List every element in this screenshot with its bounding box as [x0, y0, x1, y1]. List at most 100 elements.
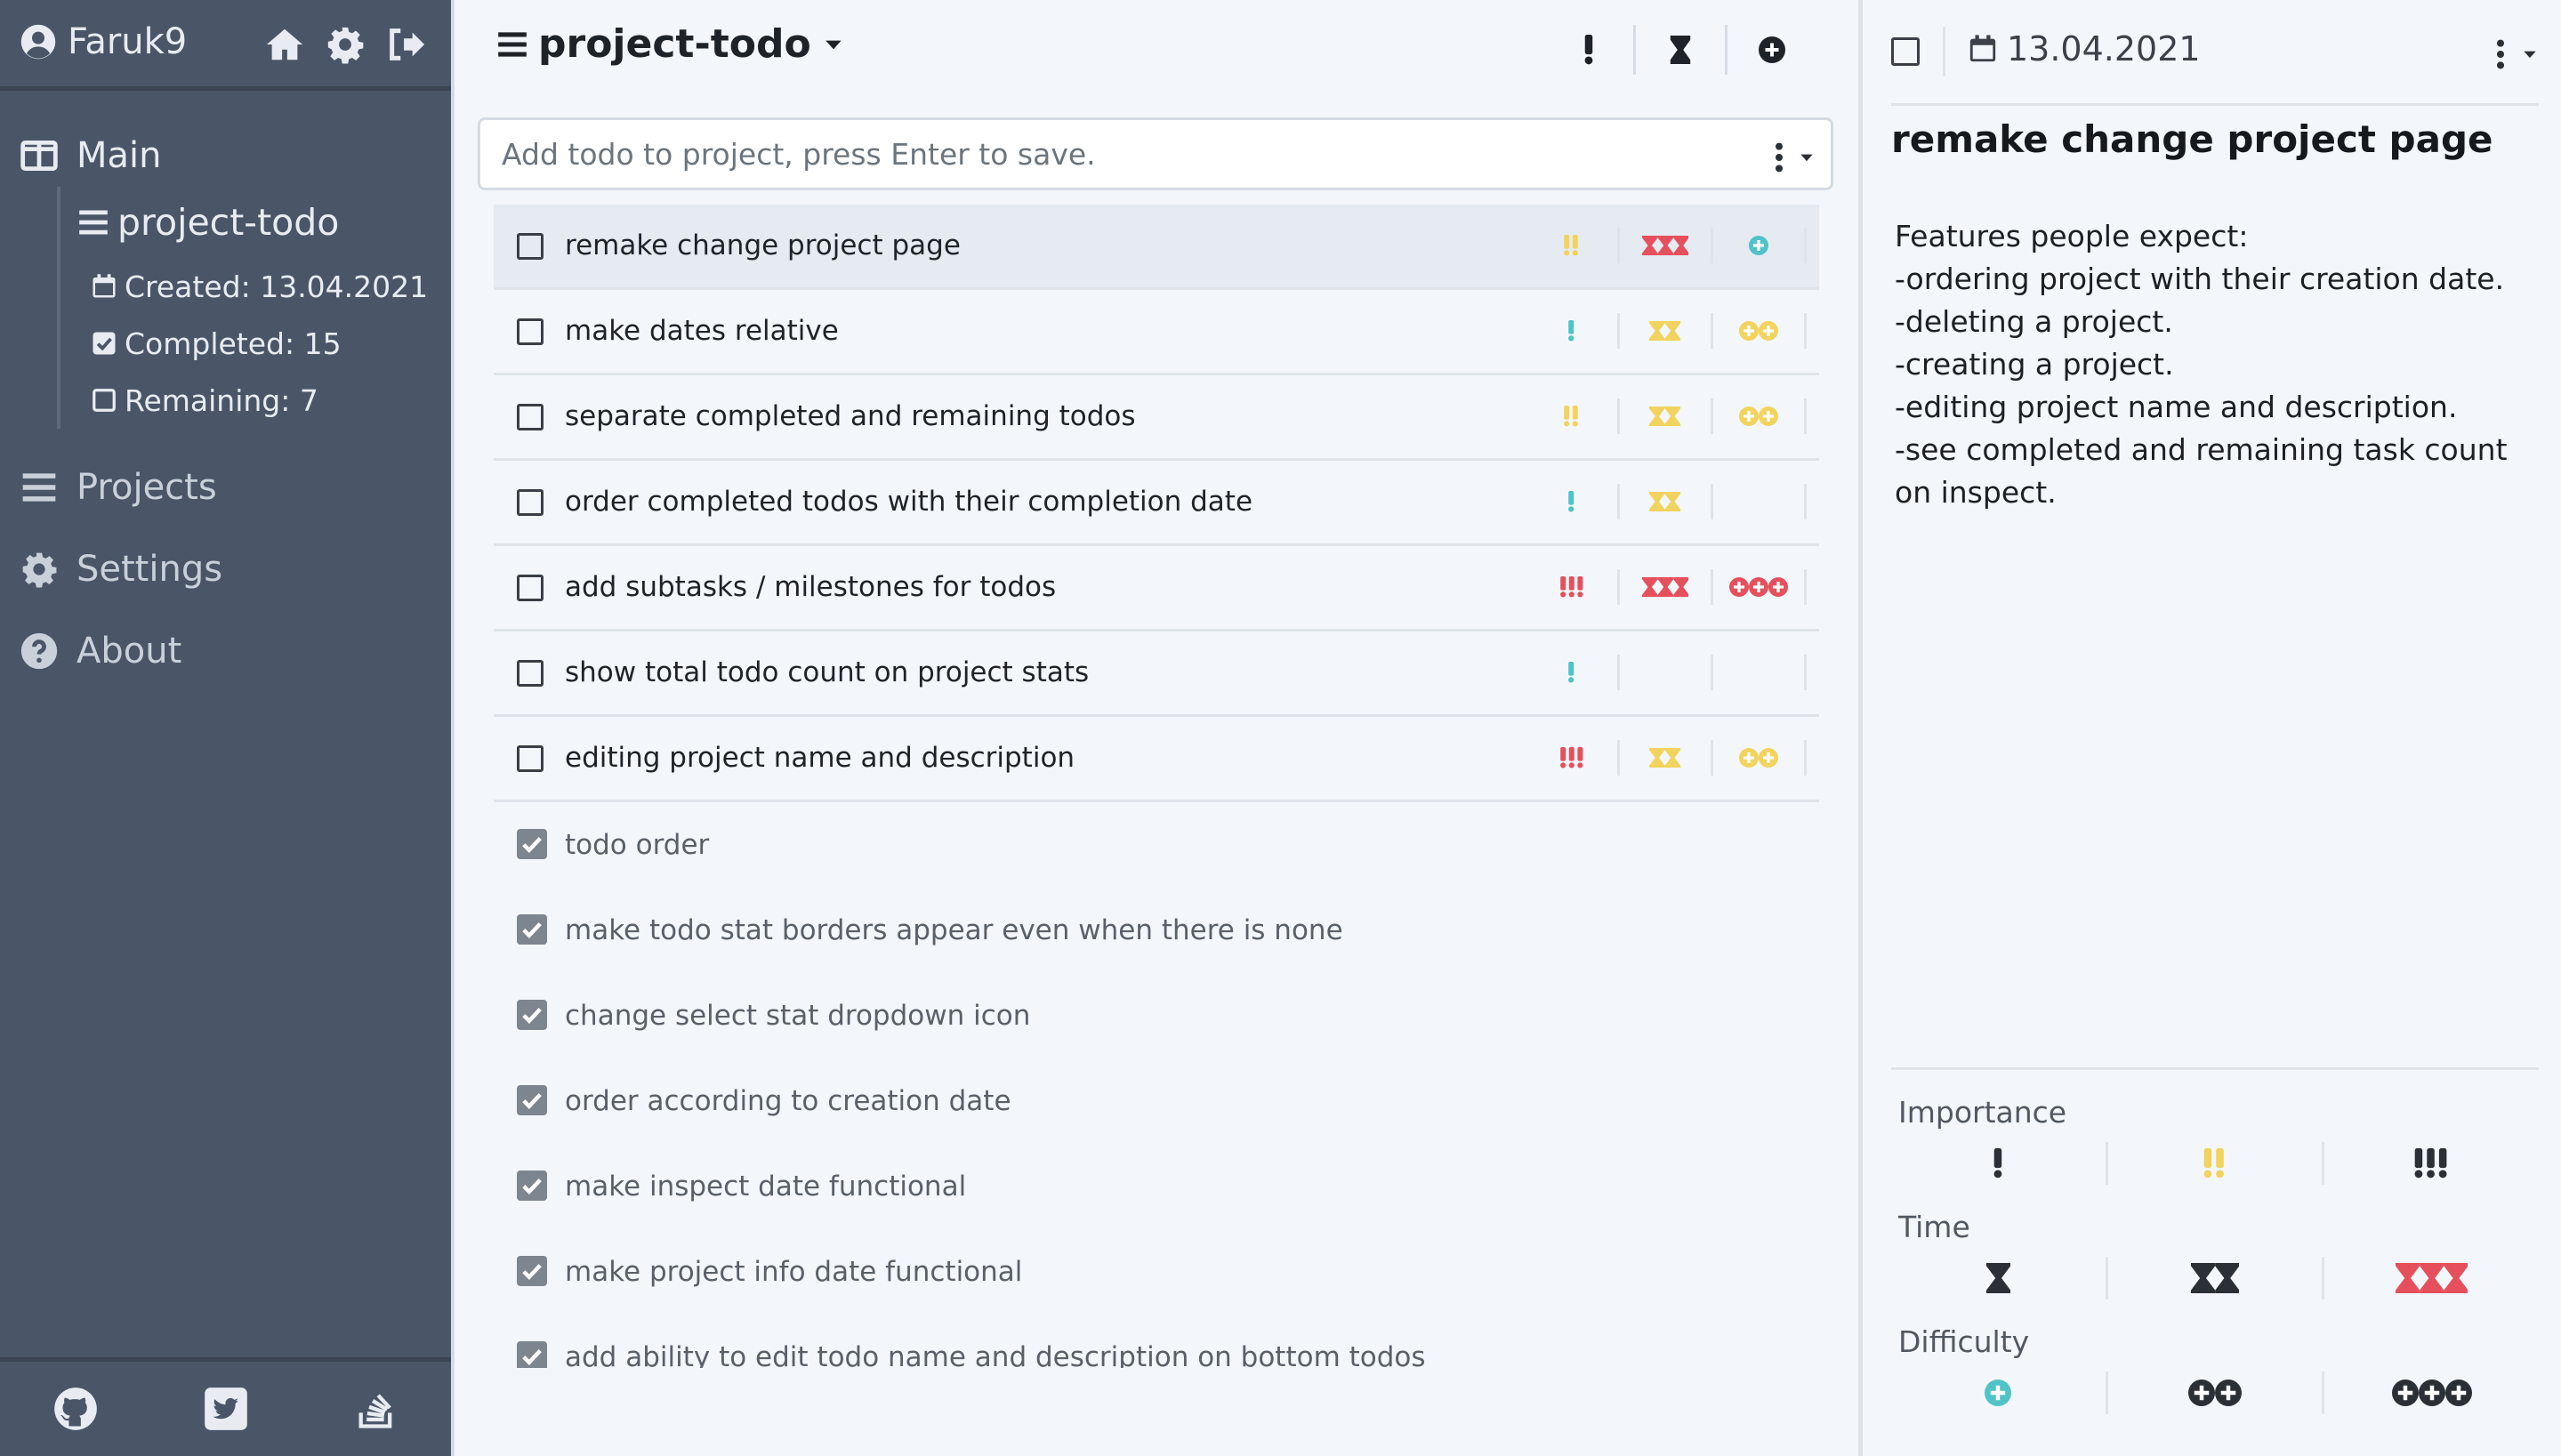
- todo-checkbox[interactable]: [517, 575, 544, 601]
- completed-todo-row[interactable]: make inspect date functional: [494, 1144, 1819, 1229]
- difficulty-stat[interactable]: [1713, 655, 1807, 690]
- difficulty-option-3[interactable]: [2324, 1372, 2539, 1414]
- completed-todo-row[interactable]: todo order: [494, 802, 1819, 888]
- input-options-menu[interactable]: [1775, 142, 1816, 173]
- difficulty-stat[interactable]: [1713, 398, 1807, 434]
- sidebar-item-settings[interactable]: Settings: [0, 528, 451, 610]
- github-icon[interactable]: [52, 1386, 99, 1432]
- time-option-1[interactable]: [1891, 1257, 2108, 1299]
- completed-todo-row[interactable]: add ability to edit todo name and descri…: [494, 1315, 1819, 1368]
- difficulty-stat[interactable]: [1713, 569, 1807, 605]
- user-circle-icon: [20, 24, 56, 60]
- main-panel: project-todo remake change project page m…: [455, 0, 1858, 1456]
- sort-importance-button[interactable]: [1544, 25, 1636, 75]
- twitter-icon[interactable]: [203, 1386, 249, 1432]
- todo-checkbox-checked[interactable]: [517, 914, 547, 945]
- project-created: Created: 13.04.2021: [77, 258, 451, 315]
- todo-checkbox-checked[interactable]: [517, 1256, 547, 1286]
- completed-todo-row[interactable]: make project info date functional: [494, 1229, 1819, 1315]
- todo-row[interactable]: make dates relative: [494, 290, 1819, 375]
- time-stat[interactable]: [1620, 484, 1713, 519]
- gear-icon[interactable]: [325, 24, 366, 65]
- home-icon[interactable]: [264, 24, 305, 65]
- time-stat[interactable]: [1620, 313, 1713, 349]
- sidebar-footer: [0, 1357, 451, 1456]
- sidebar-item-main[interactable]: Main: [0, 125, 451, 187]
- importance-option-3[interactable]: [2324, 1142, 2539, 1185]
- difficulty-stat[interactable]: [1713, 313, 1807, 349]
- difficulty-stat[interactable]: [1713, 484, 1807, 519]
- todo-row[interactable]: order completed todos with their complet…: [494, 461, 1819, 546]
- importance-stat[interactable]: [1526, 228, 1620, 263]
- caret-down-icon: [825, 40, 842, 49]
- sidebar-item-project[interactable]: project-todo: [77, 187, 451, 258]
- todo-checkbox[interactable]: [517, 660, 544, 687]
- todo-row[interactable]: add subtasks / milestones for todos: [494, 546, 1819, 631]
- remaining-todos: remake change project page make dates rel…: [494, 205, 1819, 802]
- sort-time-button[interactable]: [1636, 25, 1727, 75]
- todo-checkbox[interactable]: [517, 489, 544, 516]
- completed-todo-row[interactable]: make todo stat borders appear even when …: [494, 888, 1819, 973]
- detail-date[interactable]: 13.04.2021: [1968, 29, 2201, 68]
- time-stat[interactable]: [1620, 398, 1713, 434]
- sign-out-icon[interactable]: [385, 24, 426, 65]
- detail-description[interactable]: Features people expect: -ordering projec…: [1895, 215, 2517, 514]
- todo-text: make todo stat borders appear even when …: [565, 914, 1343, 946]
- todo-row[interactable]: separate completed and remaining todos: [494, 375, 1819, 461]
- difficulty-stat[interactable]: [1713, 228, 1807, 263]
- time-stat[interactable]: [1620, 228, 1713, 263]
- difficulty-option-1[interactable]: [1891, 1372, 2108, 1414]
- todo-list: remake change project page make dates rel…: [494, 205, 1819, 1368]
- importance-stat[interactable]: [1526, 740, 1620, 776]
- importance-option-2[interactable]: [2108, 1142, 2325, 1185]
- todo-checkbox[interactable]: [517, 233, 544, 260]
- time-option-2[interactable]: [2108, 1257, 2325, 1299]
- detail-date-text: 13.04.2021: [2007, 29, 2201, 68]
- importance-stat[interactable]: [1526, 655, 1620, 690]
- todo-checkbox[interactable]: [517, 745, 544, 772]
- calendar-icon: [1969, 35, 1996, 62]
- difficulty-label: Difficulty: [1898, 1324, 2030, 1359]
- todo-checkbox-checked[interactable]: [517, 1341, 547, 1368]
- app: Faruk9 Main project-todo Created: 13.04.…: [0, 0, 2561, 1456]
- todo-row[interactable]: remake change project page: [494, 205, 1819, 290]
- todo-checkbox[interactable]: [517, 318, 544, 345]
- sidebar-item-about[interactable]: About: [0, 610, 451, 692]
- stackoverflow-icon[interactable]: [353, 1386, 399, 1432]
- time-option-3[interactable]: [2324, 1257, 2539, 1299]
- importance-option-1[interactable]: [1891, 1142, 2108, 1185]
- difficulty-stat[interactable]: [1713, 740, 1807, 776]
- todo-checkbox[interactable]: [517, 404, 544, 430]
- importance-stat[interactable]: [1526, 484, 1620, 519]
- todo-row[interactable]: editing project name and description: [494, 717, 1819, 802]
- user-menu[interactable]: Faruk9: [20, 21, 187, 62]
- todo-checkbox-checked[interactable]: [517, 1170, 547, 1201]
- project-remaining: Remaining: 7: [77, 372, 451, 429]
- time-stat[interactable]: [1620, 655, 1713, 690]
- todo-checkbox-checked[interactable]: [517, 829, 547, 859]
- todo-text: make dates relative: [565, 315, 839, 347]
- importance-stat[interactable]: [1526, 313, 1620, 349]
- time-stat[interactable]: [1620, 569, 1713, 605]
- sort-difficulty-button[interactable]: [1727, 25, 1816, 75]
- square-icon: [93, 389, 116, 412]
- todo-checkbox-checked[interactable]: [517, 1085, 547, 1115]
- todo-row[interactable]: show total todo count on project stats: [494, 631, 1819, 717]
- importance-stat[interactable]: [1526, 398, 1620, 434]
- detail-complete-checkbox[interactable]: [1891, 37, 1920, 66]
- completed-todo-row[interactable]: order according to creation date: [494, 1058, 1819, 1144]
- gear-icon: [22, 552, 57, 588]
- todo-text: show total todo count on project stats: [565, 656, 1090, 688]
- todo-stats: [1526, 655, 1807, 690]
- project-title-dropdown[interactable]: project-todo: [495, 21, 845, 67]
- add-todo-input[interactable]: [478, 117, 1833, 190]
- time-stat[interactable]: [1620, 740, 1713, 776]
- detail-options-menu[interactable]: [2496, 39, 2539, 69]
- bars-icon: [79, 210, 108, 235]
- sidebar-item-projects[interactable]: Projects: [0, 446, 451, 528]
- detail-title[interactable]: remake change project page: [1891, 117, 2493, 161]
- completed-todo-row[interactable]: change select stat dropdown icon: [494, 973, 1819, 1058]
- difficulty-option-2[interactable]: [2108, 1372, 2325, 1414]
- importance-stat[interactable]: [1526, 569, 1620, 605]
- todo-checkbox-checked[interactable]: [517, 1000, 547, 1030]
